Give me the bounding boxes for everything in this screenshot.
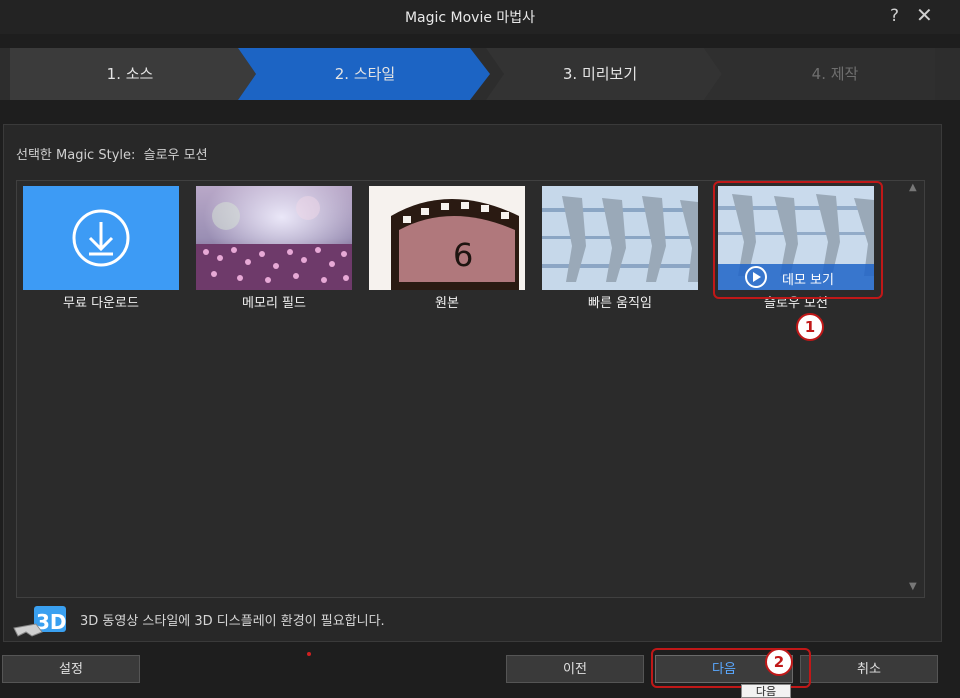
next-tooltip: 다음: [741, 684, 791, 698]
3d-display-notice: 3D 동영상 스타일에 3D 디스플레이 환경이 필요합니다.: [80, 614, 385, 629]
step-style[interactable]: 2. 스타일: [265, 48, 465, 100]
scroll-up-icon[interactable]: ▲: [909, 182, 917, 193]
style-label-memory-field: 메모리 필드: [242, 296, 306, 311]
annotation-number-1: 1: [796, 313, 824, 341]
cancel-button[interactable]: 취소: [800, 655, 938, 683]
film-reel-thumbnail: 6: [369, 186, 525, 290]
scroll-down-icon[interactable]: ▼: [909, 581, 917, 592]
style-label-fast-motion: 빠른 움직임: [588, 296, 652, 311]
close-icon[interactable]: ✕: [916, 3, 933, 27]
style-tile-original[interactable]: 6: [369, 186, 525, 290]
highlight-box-1: [713, 181, 883, 299]
style-tile-memory-field[interactable]: [196, 186, 352, 290]
help-icon[interactable]: ?: [890, 6, 899, 26]
selected-style-value: 슬로우 모션: [143, 148, 208, 163]
step-preview[interactable]: 3. 미리보기: [500, 48, 700, 100]
memory-field-thumbnail: [196, 186, 352, 290]
svg-text:6: 6: [453, 236, 473, 274]
prev-button[interactable]: 이전: [506, 655, 644, 683]
style-label-original: 원본: [435, 296, 459, 311]
style-tile-fast-motion[interactable]: [542, 186, 698, 290]
window-title: Magic Movie 마법사: [404, 10, 536, 26]
title-bar: Magic Movie 마법사 ? ✕: [0, 0, 960, 34]
settings-button[interactable]: 설정: [2, 655, 140, 683]
selected-style-prefix: 선택한 Magic Style:: [16, 148, 136, 163]
wizard-steps: 1. 소스 2. 스타일 3. 미리보기 4. 제작: [0, 48, 960, 100]
style-tile-free-download[interactable]: [23, 186, 179, 290]
selected-style-line: 선택한 Magic Style: 슬로우 모션: [16, 144, 208, 163]
3d-glasses-icon: 3D: [13, 606, 67, 637]
step-source[interactable]: 1. 소스: [30, 48, 230, 100]
step-produce: 4. 제작: [811, 65, 859, 83]
style-label-free-download: 무료 다운로드: [63, 296, 139, 311]
annotation-number-2: 2: [765, 648, 793, 676]
fast-motion-thumbnail: [542, 186, 698, 290]
status-dot: [307, 652, 311, 656]
download-icon: [72, 209, 130, 267]
